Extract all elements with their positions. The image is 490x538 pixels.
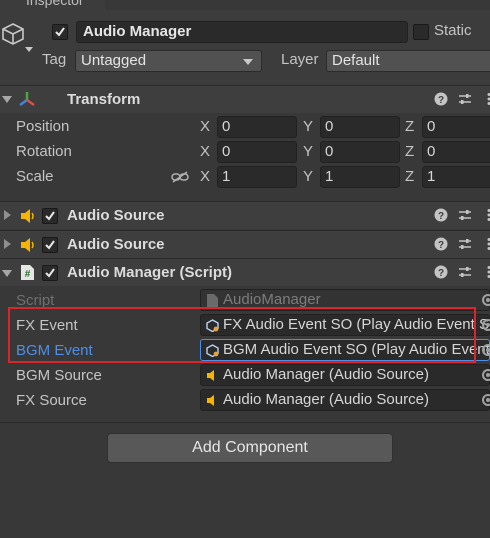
script-component-title: Audio Manager (Script): [67, 264, 233, 281]
rotation-z-label[interactable]: Z: [405, 143, 414, 160]
rotation-z-field[interactable]: 0: [422, 141, 490, 163]
gameobject-header: Audio Manager Static Tag Untagged Layer …: [0, 10, 490, 86]
help-icon[interactable]: ?: [434, 92, 448, 106]
annotation-highlight-box: [8, 307, 476, 363]
position-x-field[interactable]: 0: [217, 116, 297, 138]
script-header-icons: ?: [434, 265, 490, 279]
static-checkbox[interactable]: [413, 24, 429, 40]
tag-dropdown[interactable]: Untagged: [75, 50, 262, 72]
gameobject-name-field[interactable]: Audio Manager: [76, 21, 408, 43]
audio-source-1-title: Audio Source: [67, 207, 165, 224]
fx-event-object-picker-icon[interactable]: [482, 319, 490, 331]
fx-source-object-picker-icon[interactable]: [482, 394, 490, 406]
position-y-field[interactable]: 0: [320, 116, 400, 138]
bgm-event-object-picker-icon[interactable]: [482, 344, 490, 356]
csharp-script-icon: #: [19, 264, 36, 281]
rotation-label: Rotation: [16, 143, 72, 160]
transform-header[interactable]: Transform ?: [0, 85, 490, 113]
chevron-down-icon: [243, 59, 253, 65]
more-options-icon[interactable]: [482, 237, 490, 251]
more-options-icon[interactable]: [482, 208, 490, 222]
rotation-x-label[interactable]: X: [200, 143, 210, 160]
svg-text:?: ?: [438, 240, 444, 251]
layer-dropdown[interactable]: Default: [326, 50, 490, 72]
position-x-label[interactable]: X: [200, 118, 210, 135]
transform-body: Position X 0 Y 0 Z 0 Rotation X 0 Y 0 Z …: [0, 113, 490, 201]
script-file-icon: [207, 294, 218, 307]
checkmark-icon: [45, 211, 55, 221]
scale-x-label[interactable]: X: [200, 168, 210, 185]
audio-source-1-enabled-checkbox[interactable]: [42, 208, 58, 224]
help-icon[interactable]: ?: [434, 265, 448, 279]
audio-source-icon: [207, 370, 214, 381]
position-label: Position: [16, 118, 70, 135]
scale-y-field[interactable]: 1: [320, 166, 400, 188]
help-icon[interactable]: ?: [434, 208, 448, 222]
more-options-icon[interactable]: [482, 92, 490, 106]
add-component-button[interactable]: Add Component: [107, 433, 393, 463]
scale-z-label[interactable]: Z: [405, 168, 414, 185]
inspector-tab-label: Inspector: [26, 0, 84, 8]
foldout-collapsed-icon[interactable]: [4, 210, 11, 220]
bgm-source-object-picker-icon[interactable]: [482, 369, 490, 381]
script-object-picker-icon: [482, 294, 490, 306]
presets-icon[interactable]: [458, 92, 472, 106]
foldout-collapsed-icon[interactable]: [4, 239, 11, 249]
svg-text:?: ?: [438, 268, 444, 279]
bgm-source-value: Audio Manager (Audio Source): [223, 366, 429, 383]
help-icon[interactable]: ?: [434, 237, 448, 251]
tag-dropdown-value: Untagged: [81, 52, 147, 69]
audio-source-1-header[interactable]: Audio Source ?: [0, 201, 490, 229]
audio-source-2-title: Audio Source: [67, 236, 165, 253]
gameobject-cube-icon[interactable]: [1, 22, 25, 46]
checkmark-icon: [45, 268, 55, 278]
audio-source-2-header[interactable]: Audio Source ?: [0, 230, 490, 258]
audio-source-2-enabled-checkbox[interactable]: [42, 237, 58, 253]
fx-source-field[interactable]: Audio Manager (Audio Source): [200, 389, 490, 411]
position-y-label[interactable]: Y: [303, 118, 313, 135]
scale-x-field[interactable]: 1: [217, 166, 297, 188]
scale-y-label[interactable]: Y: [303, 168, 313, 185]
checkmark-icon: [55, 27, 65, 37]
layer-dropdown-value: Default: [332, 52, 380, 69]
audio-source-icon: [20, 237, 36, 253]
fx-source-label: FX Source: [16, 392, 87, 409]
position-z-field[interactable]: 0: [422, 116, 490, 138]
scale-label: Scale: [16, 168, 54, 185]
presets-icon[interactable]: [458, 237, 472, 251]
position-z-label[interactable]: Z: [405, 118, 414, 135]
script-enabled-checkbox[interactable]: [42, 265, 58, 281]
fx-source-value: Audio Manager (Audio Source): [223, 391, 429, 408]
rotation-y-field[interactable]: 0: [320, 141, 400, 163]
rotation-y-label[interactable]: Y: [303, 143, 313, 160]
transform-icon: [17, 90, 37, 110]
foldout-expanded-icon[interactable]: [2, 96, 12, 103]
rotation-x-field[interactable]: 0: [217, 141, 297, 163]
tag-label: Tag: [42, 51, 67, 68]
transform-header-icons: ?: [434, 92, 490, 106]
presets-icon[interactable]: [458, 208, 472, 222]
gameobject-active-checkbox[interactable]: [52, 24, 68, 40]
static-label: Static: [434, 22, 472, 39]
more-options-icon[interactable]: [482, 265, 490, 279]
presets-icon[interactable]: [458, 265, 472, 279]
checkmark-icon: [45, 240, 55, 250]
svg-text:?: ?: [438, 95, 444, 106]
constrain-proportions-link-icon[interactable]: [171, 170, 189, 184]
layer-label: Layer: [281, 51, 319, 68]
foldout-expanded-icon[interactable]: [2, 270, 12, 277]
audio-source-2-header-icons: ?: [434, 237, 490, 251]
audio-source-1-header-icons: ?: [434, 208, 490, 222]
bgm-source-label: BGM Source: [16, 367, 102, 384]
icon-dropdown-arrow[interactable]: [25, 47, 33, 52]
svg-text:#: #: [25, 269, 31, 280]
scale-z-field[interactable]: 1: [422, 166, 490, 188]
transform-title: Transform: [67, 91, 141, 108]
script-component-header[interactable]: # Audio Manager (Script) ?: [0, 258, 490, 286]
bgm-source-field[interactable]: Audio Manager (Audio Source): [200, 364, 490, 386]
svg-text:?: ?: [438, 211, 444, 222]
script-field-value: AudioManager: [223, 291, 321, 308]
audio-source-icon: [20, 208, 36, 224]
audio-source-icon: [207, 395, 214, 406]
